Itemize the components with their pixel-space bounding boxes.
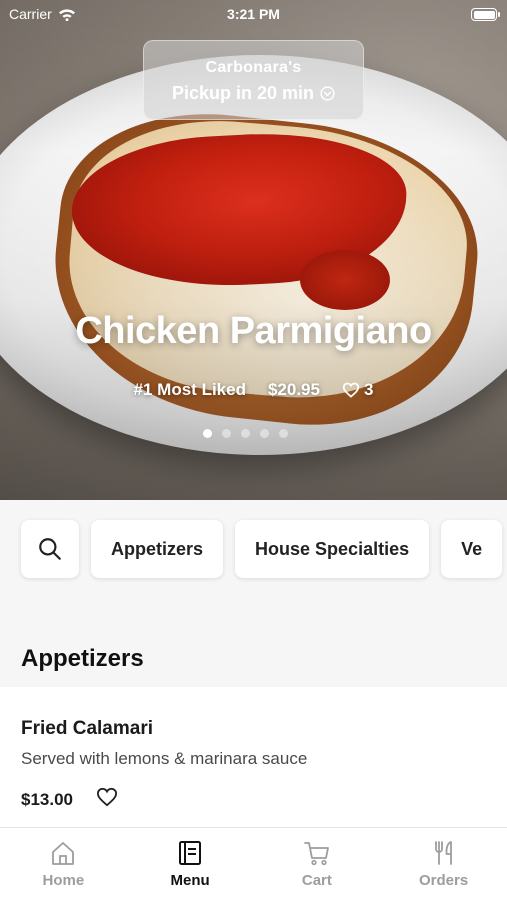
- featured-dish-title: Chicken Parmigiano: [75, 310, 432, 352]
- home-icon: [52, 842, 75, 865]
- menu-item-description: Served with lemons & marinara sauce: [21, 749, 308, 768]
- category-chip-house-specialties[interactable]: House Specialties: [235, 520, 430, 578]
- status-bar: Carrier 3:21 PM: [0, 0, 507, 30]
- carousel-dot[interactable]: [222, 429, 231, 438]
- fork-knife-icon: [434, 841, 452, 865]
- category-bar: Appetizers House Specialties Ve: [21, 520, 503, 578]
- pickup-label: Pickup in 20 min: [171, 83, 315, 103]
- section-title: Appetizers: [21, 645, 144, 672]
- menu-item-name: Fried Calamari: [21, 718, 153, 739]
- favorite-heart-icon[interactable]: [96, 787, 118, 807]
- featured-likes-count: 3: [363, 380, 374, 399]
- chevron-down-circle-icon: [320, 86, 335, 101]
- tab-label: Orders: [419, 872, 469, 889]
- carousel-dot[interactable]: [203, 429, 212, 438]
- menu-item[interactable]: Fried Calamari Served with lemons & mari…: [0, 687, 507, 827]
- search-icon: [39, 538, 61, 560]
- carousel-dot[interactable]: [279, 429, 288, 438]
- heart-icon: [342, 382, 360, 398]
- tab-menu[interactable]: Menu: [127, 828, 254, 900]
- battery-icon: [471, 8, 500, 21]
- featured-price: $20.95: [267, 380, 320, 399]
- tab-label: Cart: [301, 872, 332, 889]
- tab-orders[interactable]: Orders: [380, 828, 507, 900]
- search-button[interactable]: [21, 520, 79, 578]
- menu-book-icon: [179, 841, 202, 865]
- category-chip-partial[interactable]: Ve: [441, 520, 503, 578]
- store-selector[interactable]: Carbonara's Pickup in 20 min: [143, 40, 364, 120]
- featured-likes[interactable]: 3: [342, 380, 373, 400]
- carousel-dot[interactable]: [260, 429, 269, 438]
- menu-item-price: $13.00: [21, 790, 73, 809]
- featured-dish-meta: #1 Most Liked $20.95 3: [0, 380, 507, 400]
- featured-rank: #1 Most Liked: [133, 380, 246, 399]
- cart-icon: [303, 842, 329, 866]
- tab-bar: Home Menu Cart Orders: [0, 827, 507, 900]
- status-time: 3:21 PM: [227, 6, 280, 22]
- tab-home[interactable]: Home: [0, 828, 127, 900]
- store-name: Carbonara's: [205, 59, 302, 76]
- pickup-time: Pickup in 20 min: [144, 83, 363, 104]
- tab-label: Menu: [170, 872, 210, 889]
- carousel-dots[interactable]: [0, 429, 499, 438]
- tab-cart[interactable]: Cart: [254, 828, 381, 900]
- carousel-dot[interactable]: [241, 429, 250, 438]
- category-chip-appetizers[interactable]: Appetizers: [91, 520, 224, 578]
- tab-label: Home: [42, 872, 85, 889]
